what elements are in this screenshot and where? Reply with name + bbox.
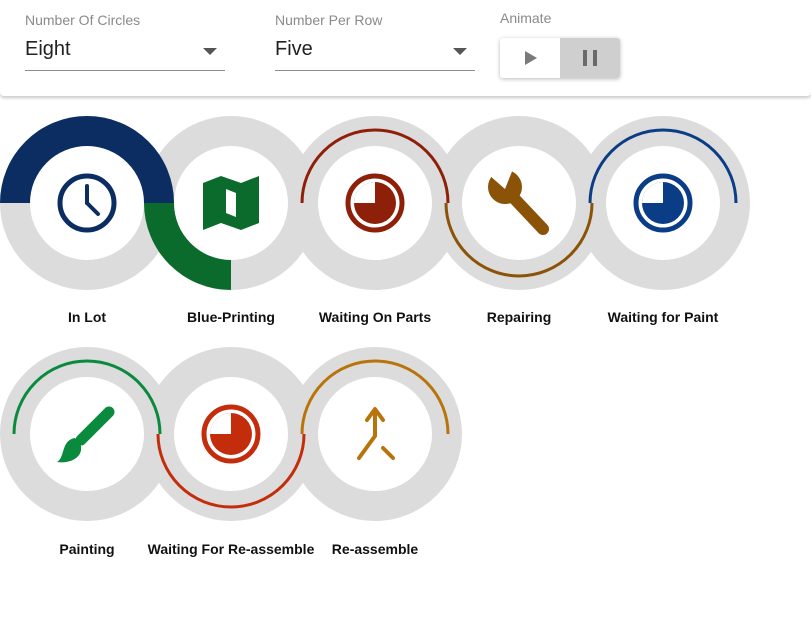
circle-label: Waiting On Parts [319, 309, 431, 325]
pause-button[interactable] [560, 38, 620, 78]
number-per-row-label: Number Per Row [275, 12, 383, 28]
animate-label: Animate [500, 10, 552, 26]
number-of-circles-value: Eight [25, 38, 71, 60]
chevron-down-icon [203, 48, 217, 55]
circle-label: Re-assemble [332, 541, 419, 557]
circle-label: Blue-Printing [187, 309, 275, 325]
number-of-circles-label: Number Of Circles [25, 12, 141, 28]
circle-label: Painting [59, 541, 114, 557]
map-icon [203, 176, 259, 230]
play-icon [525, 51, 537, 65]
pie-chart-icon [201, 404, 261, 464]
number-per-row-value: Five [275, 38, 313, 60]
play-button[interactable] [500, 38, 560, 78]
pie-chart-icon [345, 173, 405, 233]
chevron-down-icon [453, 48, 467, 55]
number-per-row-select[interactable]: Five [275, 36, 475, 71]
animate-toggle-group [500, 38, 620, 78]
circle-label: Waiting For Re-assemble [148, 541, 315, 557]
toolbar: Number Of Circles Eight Number Per Row F… [0, 0, 811, 96]
pause-icon [583, 50, 587, 66]
circle-label: In Lot [68, 309, 106, 325]
pie-chart-icon [633, 173, 693, 233]
circle-label: Waiting for Paint [608, 309, 719, 325]
number-of-circles-select[interactable]: Eight [25, 36, 225, 71]
circle-label: Repairing [487, 309, 552, 325]
